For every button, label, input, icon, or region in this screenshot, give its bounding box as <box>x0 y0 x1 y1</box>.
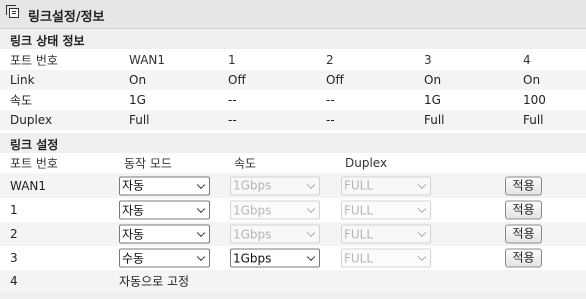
status-row-link: Link On Off Off On On <box>0 70 586 90</box>
link-config-header: 링크 설정 <box>0 133 586 153</box>
speed-select-wan1: 1Gbps <box>230 173 320 198</box>
status-value: 1G <box>424 93 441 107</box>
config-port-label: 1 <box>10 203 18 217</box>
status-value: -- <box>326 113 335 127</box>
duplex-select: FULL <box>341 224 431 244</box>
window-icon <box>6 5 19 18</box>
config-port-label: 2 <box>10 227 18 241</box>
status-value: On <box>129 73 147 87</box>
config-row-1: 1 자동 1Gbps FULL 적용 <box>0 198 586 222</box>
speed-select: 1Gbps <box>230 200 320 220</box>
config-col-duplex: Duplex <box>345 156 388 170</box>
mode-select[interactable]: 수동 <box>119 248 210 268</box>
status-value: On <box>523 73 541 87</box>
status-value: 1G <box>129 93 146 107</box>
footer-bar <box>0 292 586 299</box>
config-column-header-row: 포트 번호 동작 모드 속도 Duplex <box>0 153 586 173</box>
config-row-3: 3 수동 1Gbps FULL 적용 <box>0 246 586 270</box>
status-row-speed: 속도 1G -- -- 1G 100 <box>0 90 586 110</box>
apply-button-1[interactable]: 적용 <box>505 200 542 220</box>
status-value: -- <box>228 93 237 107</box>
apply-button-3[interactable]: 적용 <box>505 248 542 268</box>
status-row-duplex: Duplex Full -- -- Full Full <box>0 110 586 130</box>
duplex-select: FULL <box>341 176 431 195</box>
mode-select[interactable]: 자동 <box>119 200 210 220</box>
speed-select: 1Gbps <box>230 176 320 195</box>
link-status-title: 링크 상태 정보 <box>10 34 85 48</box>
duplex-select-wan1: FULL <box>341 173 431 198</box>
speed-select-2: 1Gbps <box>230 222 320 246</box>
status-col-3: 3 <box>424 53 432 67</box>
speed-select: 1Gbps <box>230 224 320 244</box>
status-col-1: 1 <box>228 53 236 67</box>
status-row-label: Duplex <box>10 113 53 127</box>
duplex-select: FULL <box>341 200 431 220</box>
config-row-wan1: WAN1 자동 1Gbps FULL 적용 <box>0 173 586 198</box>
apply-button-wan1[interactable]: 적용 <box>505 176 542 195</box>
config-row-2: 2 자동 1Gbps FULL 적용 <box>0 222 586 246</box>
config-col-mode: 동작 모드 <box>124 156 172 171</box>
status-value: -- <box>326 93 335 107</box>
config-port-label: 4 <box>10 274 18 288</box>
title-bar: 링크설정/정보 <box>0 0 586 29</box>
config-col-speed: 속도 <box>234 156 257 171</box>
duplex-select-2: FULL <box>341 222 431 246</box>
fixed-auto-text: 자동으로 고정 <box>119 274 190 289</box>
status-row-label: 속도 <box>10 93 33 108</box>
mode-select[interactable]: 자동 <box>119 224 210 244</box>
config-col-port: 포트 번호 <box>10 156 58 171</box>
status-col-wan1: WAN1 <box>129 53 166 67</box>
status-value: Off <box>228 73 246 87</box>
apply-button-2[interactable]: 적용 <box>505 224 542 244</box>
mode-select-wan1[interactable]: 자동 <box>119 173 210 198</box>
link-status-header: 링크 상태 정보 <box>0 29 586 49</box>
config-row-4: 4 자동으로 고정 <box>0 270 586 292</box>
status-col-4: 4 <box>523 53 531 67</box>
speed-select-1: 1Gbps <box>230 198 320 222</box>
status-col-2: 2 <box>326 53 334 67</box>
config-port-label: WAN1 <box>10 178 47 193</box>
status-value: 100 <box>523 93 546 107</box>
speed-select[interactable]: 1Gbps <box>230 248 320 268</box>
status-column-header-row: 포트 번호 WAN1 1 2 3 4 <box>0 50 586 70</box>
mode-select-3[interactable]: 수동 <box>119 246 210 270</box>
page-title: 링크설정/정보 <box>28 10 105 25</box>
status-value: Full <box>523 113 544 127</box>
status-row-label: Link <box>10 73 35 87</box>
duplex-select: FULL <box>341 248 431 268</box>
status-value: Full <box>424 113 445 127</box>
status-value: -- <box>228 113 237 127</box>
speed-select-3[interactable]: 1Gbps <box>230 246 320 270</box>
duplex-select-1: FULL <box>341 198 431 222</box>
duplex-select-3: FULL <box>341 246 431 270</box>
mode-select-2[interactable]: 자동 <box>119 222 210 246</box>
link-config-title: 링크 설정 <box>10 138 59 152</box>
mode-select[interactable]: 자동 <box>119 176 210 195</box>
status-value: Off <box>326 73 344 87</box>
config-port-label: 3 <box>10 251 18 265</box>
mode-select-1[interactable]: 자동 <box>119 198 210 222</box>
status-col-port: 포트 번호 <box>10 53 58 68</box>
status-value: Full <box>129 113 150 127</box>
status-value: On <box>424 73 442 87</box>
